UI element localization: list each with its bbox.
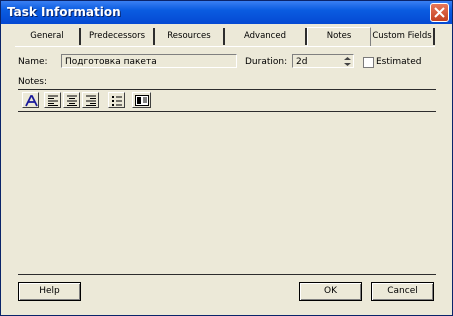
tab-divider (15, 46, 435, 47)
duration-label: Duration: (245, 57, 288, 67)
tab-predecessors[interactable]: Predecessors (81, 28, 155, 45)
notes-toolbar (18, 89, 436, 112)
bullet-list-icon (112, 96, 122, 106)
task-information-dialog: Task Information General Predecessors Re… (0, 0, 453, 316)
name-label: Name: (18, 57, 48, 67)
tab-general[interactable]: General (15, 28, 81, 45)
duration-spinner-icon[interactable] (343, 56, 352, 67)
align-center-icon (67, 95, 77, 106)
bullet-list-button[interactable] (108, 92, 125, 108)
duration-field[interactable]: 2d (292, 54, 354, 68)
ok-button[interactable]: OK (299, 282, 362, 301)
tab-notes[interactable]: Notes (307, 27, 371, 47)
window-title: Task Information (7, 5, 121, 19)
estimated-label: Estimated (376, 57, 422, 67)
tab-strip: General Predecessors Resources Advanced … (15, 27, 435, 47)
title-bar[interactable]: Task Information (1, 1, 452, 24)
estimated-checkbox[interactable] (363, 57, 374, 68)
align-center-button[interactable] (63, 92, 80, 108)
tab-custom-fields[interactable]: Custom Fields (371, 28, 435, 45)
name-field[interactable]: Подготовка пакета (61, 54, 237, 68)
tab-resources[interactable]: Resources (155, 28, 225, 45)
align-right-button[interactable] (82, 92, 99, 108)
font-button[interactable] (22, 92, 39, 108)
close-button[interactable] (430, 3, 449, 22)
insert-object-button[interactable] (132, 92, 151, 108)
cancel-button[interactable]: Cancel (371, 282, 434, 301)
font-icon (25, 95, 38, 107)
insert-object-icon (135, 95, 149, 106)
notes-label: Notes: (18, 77, 48, 87)
notes-textarea[interactable] (18, 112, 436, 275)
close-icon (434, 7, 445, 18)
help-button[interactable]: Help (18, 282, 81, 301)
align-left-icon (48, 95, 58, 106)
align-right-icon (86, 95, 96, 106)
align-left-button[interactable] (44, 92, 61, 108)
tab-advanced[interactable]: Advanced (225, 28, 307, 45)
duration-value: 2d (296, 57, 308, 67)
